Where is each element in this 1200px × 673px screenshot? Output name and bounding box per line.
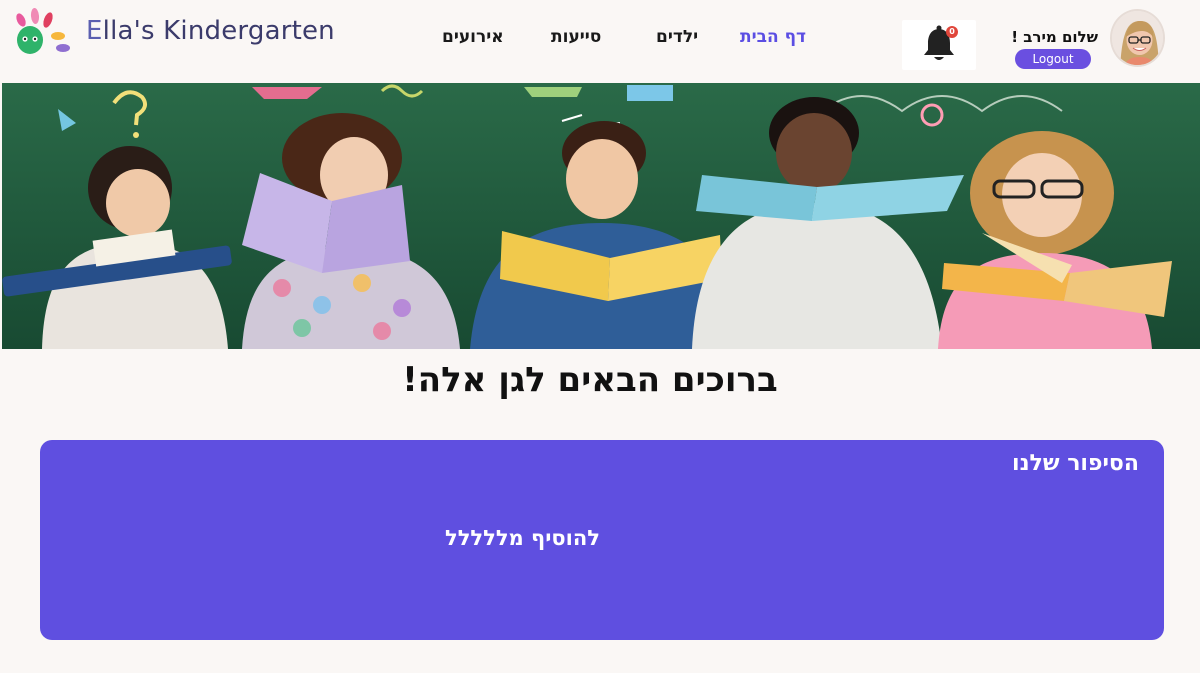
- nav-link-kids[interactable]: ילדים: [656, 27, 698, 51]
- our-story-card: הסיפור שלנו להוסיף מללללל: [40, 440, 1164, 640]
- user-greeting: שלום מירב !: [1011, 28, 1098, 46]
- notification-badge: 0: [946, 26, 958, 38]
- nav-link-assistants[interactable]: סייעות: [551, 27, 601, 51]
- notifications-button[interactable]: 0: [902, 20, 976, 70]
- nav-link-home[interactable]: דף הבית: [740, 27, 806, 51]
- brand-name: lla's Kindergarten: [102, 16, 335, 46]
- nav-link-events[interactable]: אירועים: [442, 27, 504, 51]
- avatar[interactable]: [1110, 9, 1165, 67]
- story-body: להוסיף מללללל: [445, 526, 600, 550]
- hero-image: [2, 83, 1200, 349]
- brand-initial: E: [86, 16, 103, 46]
- kindergarten-logo[interactable]: [8, 8, 76, 58]
- children-reading-illustration: [2, 83, 1200, 349]
- story-title: הסיפור שלנו: [1012, 451, 1139, 476]
- logout-button[interactable]: Logout: [1015, 49, 1091, 69]
- top-navbar: Ella's Kindergarten אירועים סייעות ילדים…: [0, 0, 1200, 83]
- brand-title[interactable]: Ella's Kindergarten: [86, 16, 335, 46]
- page-title: ברוכים הבאים לגן אלה!: [402, 360, 778, 400]
